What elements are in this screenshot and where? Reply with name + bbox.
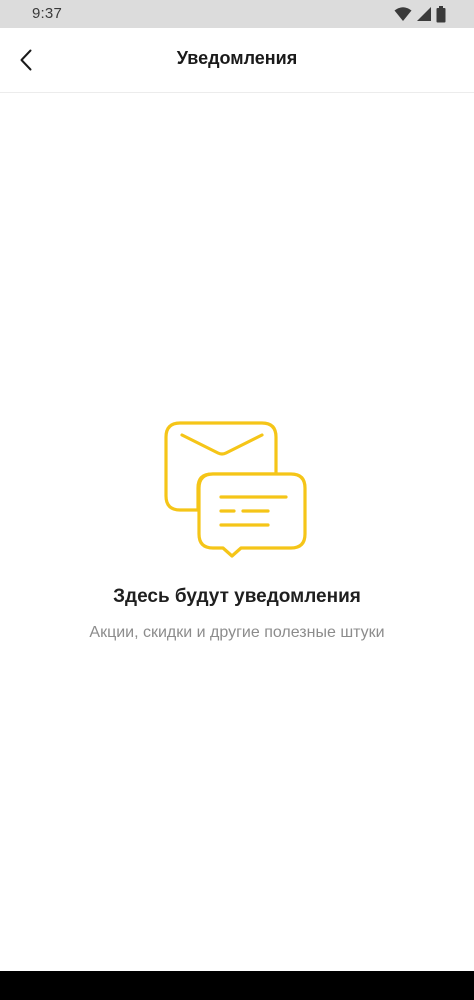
- status-bar: 9:37: [0, 0, 474, 28]
- empty-state-title: Здесь будут уведомления: [113, 586, 361, 607]
- signal-icon: [417, 7, 431, 21]
- battery-icon: [436, 5, 446, 22]
- notification-messages-icon: [164, 421, 307, 558]
- system-nav-bar: [0, 971, 474, 1000]
- empty-state-subtitle: Акции, скидки и другие полезные штуки: [89, 624, 385, 641]
- status-icons: [394, 5, 446, 23]
- header: Уведомления: [0, 28, 474, 93]
- status-time: 9:37: [32, 5, 62, 22]
- wifi-icon: [394, 7, 412, 21]
- page-title: Уведомления: [176, 48, 298, 68]
